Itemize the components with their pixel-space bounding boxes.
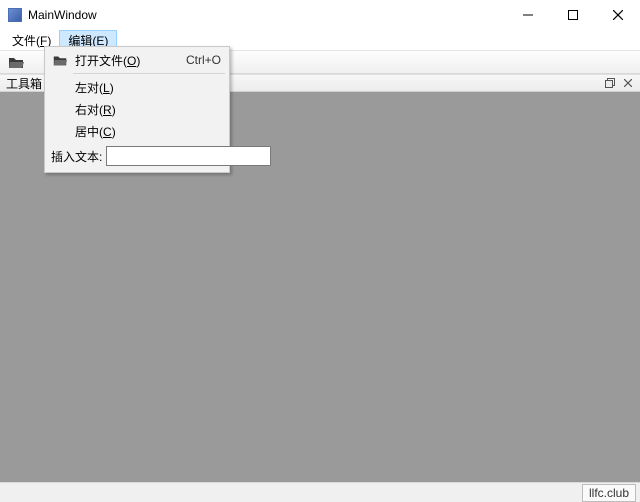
- menu-align-right-label: 右对(R): [75, 101, 221, 118]
- minimize-button[interactable]: [505, 0, 550, 30]
- menu-insert-text-row: 插入文本:: [47, 142, 227, 170]
- dock-close-icon: [624, 79, 632, 87]
- menu-open-file[interactable]: 打开文件(O) Ctrl+O: [47, 49, 227, 71]
- app-icon: [8, 8, 22, 22]
- dock-float-icon: [605, 78, 615, 88]
- dock-float-button[interactable]: [602, 76, 618, 90]
- window-title: MainWindow: [28, 8, 505, 22]
- titlebar: MainWindow: [0, 0, 640, 30]
- window-buttons: [505, 0, 640, 30]
- status-text: llfc.club: [582, 484, 636, 502]
- menu-insert-text-input[interactable]: [106, 146, 271, 166]
- menu-open-file-shortcut: Ctrl+O: [174, 53, 221, 67]
- open-file-toolbutton[interactable]: [6, 52, 26, 72]
- maximize-icon: [568, 10, 578, 20]
- menu-insert-text-label: 插入文本:: [51, 148, 102, 165]
- blank-icon: [51, 122, 69, 140]
- open-file-icon: [51, 51, 69, 69]
- menu-separator: [73, 73, 225, 74]
- blank-icon: [51, 78, 69, 96]
- menu-open-file-label: 打开文件(O): [75, 52, 174, 69]
- maximize-button[interactable]: [550, 0, 595, 30]
- edit-menu-popup: 打开文件(O) Ctrl+O 左对(L) 右对(R) 居中(C) 插入文本:: [44, 46, 230, 173]
- close-icon: [613, 10, 623, 20]
- close-button[interactable]: [595, 0, 640, 30]
- statusbar: llfc.club: [0, 482, 640, 502]
- menu-align-right[interactable]: 右对(R): [47, 98, 227, 120]
- menu-align-left[interactable]: 左对(L): [47, 76, 227, 98]
- menu-align-left-label: 左对(L): [75, 79, 221, 96]
- open-file-icon: [7, 53, 25, 71]
- menu-align-center[interactable]: 居中(C): [47, 120, 227, 142]
- menu-align-center-label: 居中(C): [75, 123, 221, 140]
- blank-icon: [51, 100, 69, 118]
- minimize-icon: [523, 10, 533, 20]
- dock-close-button[interactable]: [620, 76, 636, 90]
